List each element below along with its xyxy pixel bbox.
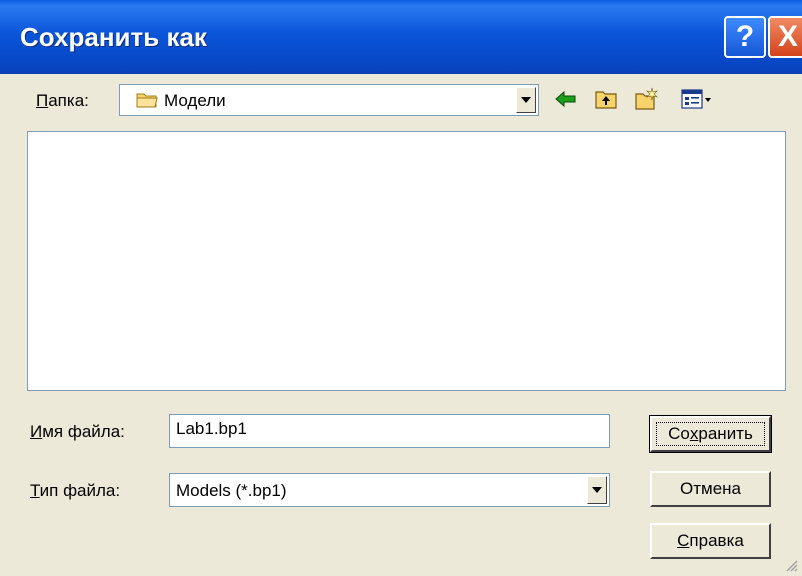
file-type-label-hotkey: Т bbox=[30, 481, 40, 500]
up-folder-icon[interactable] bbox=[594, 87, 618, 111]
file-type-dropdown-button[interactable] bbox=[587, 476, 607, 504]
title-bar[interactable]: Сохранить как ? X bbox=[0, 0, 802, 74]
file-name-label-rest: мя файла: bbox=[42, 422, 125, 441]
help-icon: ? bbox=[735, 20, 755, 53]
save-label-pre: Со bbox=[668, 424, 690, 443]
help-label-rest: правка bbox=[689, 531, 744, 550]
file-name-label-hotkey: И bbox=[30, 422, 43, 441]
help-button[interactable]: Справка bbox=[650, 523, 771, 559]
new-folder-icon[interactable] bbox=[634, 87, 658, 111]
save-label-hotkey: х bbox=[689, 424, 699, 443]
folder-icon bbox=[136, 93, 158, 108]
cancel-button[interactable]: Отмена bbox=[650, 471, 771, 507]
chevron-down-icon bbox=[521, 97, 531, 103]
file-name-label: Имя файла: bbox=[30, 422, 125, 442]
window-title: Сохранить как bbox=[20, 22, 207, 52]
folder-label: Папка: bbox=[36, 91, 89, 111]
view-menu-icon[interactable] bbox=[680, 87, 712, 111]
file-name-input[interactable]: Lab1.bp1 bbox=[169, 414, 610, 448]
folder-label-hotkey: П bbox=[36, 91, 49, 110]
help-label-hotkey: С bbox=[677, 531, 690, 550]
folder-label-rest: апка: bbox=[48, 91, 89, 110]
save-as-dialog: Сохранить как ? X Папка: Модели Имя файл… bbox=[0, 0, 802, 576]
folder-dropdown-button[interactable] bbox=[516, 87, 536, 113]
resize-grip-icon[interactable] bbox=[784, 558, 798, 572]
folder-combo[interactable]: Модели bbox=[119, 84, 539, 116]
chevron-down-icon bbox=[592, 487, 602, 493]
cancel-label: Отмена bbox=[680, 479, 741, 498]
save-button[interactable]: Со х ранить bbox=[649, 415, 772, 453]
file-type-combo[interactable]: Models (*.bp1) bbox=[169, 473, 610, 507]
close-button[interactable]: X bbox=[768, 16, 802, 58]
help-title-button[interactable]: ? bbox=[724, 16, 766, 58]
back-arrow-icon[interactable] bbox=[554, 87, 578, 111]
folder-value: Модели bbox=[164, 91, 226, 110]
file-type-label-rest: ип файла: bbox=[39, 481, 121, 500]
file-type-value: Models (*.bp1) bbox=[176, 481, 287, 500]
close-icon: X bbox=[777, 20, 798, 53]
save-label-post: ранить bbox=[698, 424, 753, 443]
file-list[interactable] bbox=[27, 131, 786, 391]
file-type-label: Тип файла: bbox=[30, 481, 120, 501]
